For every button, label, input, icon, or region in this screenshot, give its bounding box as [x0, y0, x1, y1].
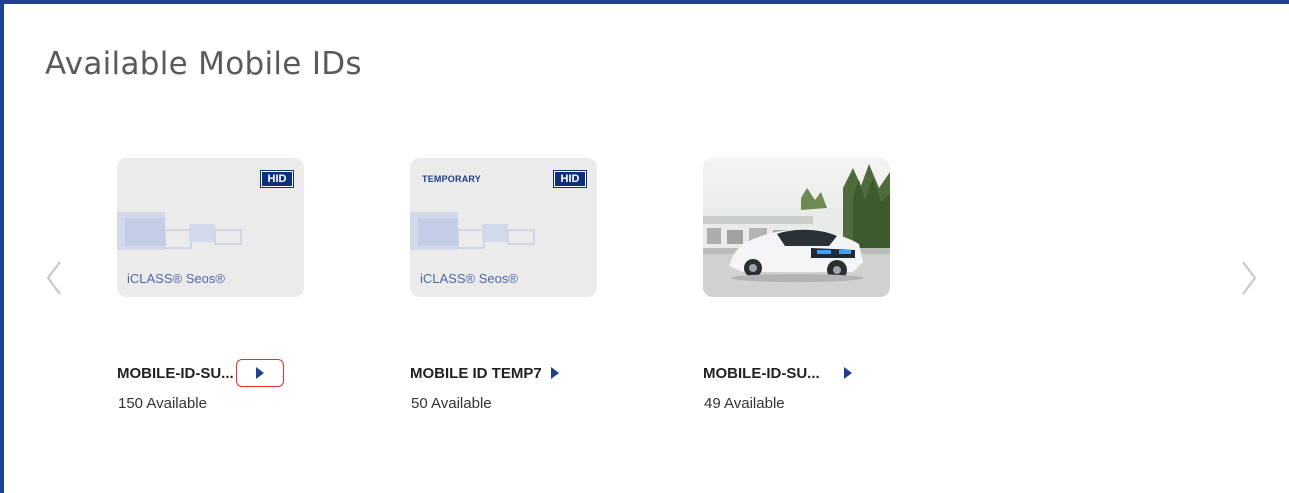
car-photo: [703, 158, 890, 297]
card-name-row: MOBILE-ID-SU...: [703, 358, 893, 388]
card-name[interactable]: MOBILE-ID-SU...: [703, 365, 820, 382]
play-arrow-icon: [256, 367, 265, 379]
details-button[interactable]: [826, 359, 870, 387]
availability-count: 49 Available: [704, 395, 785, 412]
mobile-id-card: HID iCLASS® Seos® MOBILE-ID-SU... 150 Av…: [117, 158, 307, 412]
card-name-row: MOBILE-ID-SU...: [117, 358, 307, 388]
page-title: Available Mobile IDs: [45, 46, 362, 82]
card-name-row: MOBILE ID TEMP7: [410, 358, 600, 388]
card-name[interactable]: MOBILE-ID-SU...: [117, 365, 234, 382]
brand-text: iCLASS® Seos®: [420, 271, 518, 286]
mobile-id-card: TEMPORARY HID iCLASS® Seos® MOBILE ID TE…: [410, 158, 600, 412]
card-thumbnail[interactable]: HID iCLASS® Seos®: [117, 158, 304, 297]
chevron-left-icon[interactable]: [42, 258, 66, 298]
play-arrow-icon: [551, 367, 560, 379]
chip-graphic-icon: [117, 212, 242, 250]
temporary-label: TEMPORARY: [422, 174, 481, 184]
card-thumbnail[interactable]: TEMPORARY HID iCLASS® Seos®: [410, 158, 597, 297]
availability-count: 50 Available: [411, 395, 492, 412]
availability-count: 150 Available: [118, 395, 207, 412]
hid-logo: HID: [553, 170, 587, 188]
card-name[interactable]: MOBILE ID TEMP7: [410, 365, 542, 382]
play-arrow-icon: [844, 367, 853, 379]
details-button[interactable]: [544, 359, 566, 387]
card-thumbnail[interactable]: [703, 158, 890, 297]
details-button[interactable]: [235, 359, 284, 387]
mobile-id-card: MOBILE-ID-SU... 49 Available: [703, 158, 893, 412]
chevron-right-icon[interactable]: [1237, 258, 1261, 298]
hid-logo: HID: [260, 170, 294, 188]
chip-graphic-icon: [410, 212, 535, 250]
brand-text: iCLASS® Seos®: [127, 271, 225, 286]
